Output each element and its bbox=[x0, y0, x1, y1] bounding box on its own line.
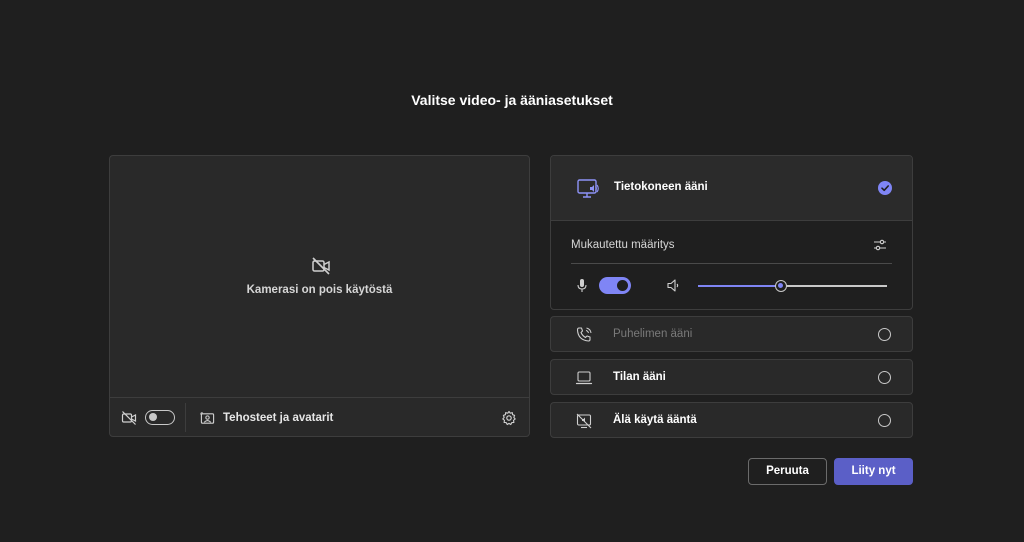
microphone-icon bbox=[577, 279, 587, 292]
cancel-button[interactable]: Peruuta bbox=[748, 458, 827, 485]
no-audio-option[interactable]: Älä käytä ääntä bbox=[550, 402, 913, 438]
effects-avatars-label: Tehosteet ja avatarit bbox=[223, 412, 334, 424]
video-preview-panel: Kamerasi on pois käytöstä Tehosteet ja a… bbox=[109, 155, 530, 437]
no-audio-icon bbox=[576, 413, 592, 429]
computer-audio-panel: Tietokoneen ääni Mukautettu määritys bbox=[550, 155, 913, 310]
volume-thumb[interactable] bbox=[775, 280, 788, 292]
page-title: Valitse video- ja ääniasetukset bbox=[411, 92, 613, 108]
computer-audio-label: Tietokoneen ääni bbox=[614, 181, 708, 193]
toggle-knob bbox=[617, 280, 628, 291]
camera-toggle[interactable] bbox=[145, 410, 175, 425]
join-now-button[interactable]: Liity nyt bbox=[834, 458, 913, 485]
phone-audio-radio[interactable] bbox=[878, 328, 891, 341]
gear-icon[interactable] bbox=[501, 410, 517, 426]
camera-off-icon bbox=[121, 411, 137, 425]
toggle-knob bbox=[149, 413, 157, 421]
computer-audio-option[interactable]: Tietokoneen ääni bbox=[551, 156, 912, 221]
room-audio-option[interactable]: Tilan ääni bbox=[550, 359, 913, 395]
no-audio-label: Älä käytä ääntä bbox=[613, 414, 697, 426]
video-toolbar: Tehosteet ja avatarit bbox=[110, 398, 529, 437]
no-audio-radio[interactable] bbox=[878, 414, 891, 427]
microphone-toggle[interactable] bbox=[599, 277, 631, 294]
speaker-icon bbox=[667, 279, 679, 292]
video-preview-area: Kamerasi on pois käytöstä bbox=[110, 156, 529, 398]
room-audio-icon bbox=[575, 371, 593, 385]
sliders-icon[interactable] bbox=[872, 237, 888, 253]
phone-audio-option[interactable]: Puhelimen ääni bbox=[550, 316, 913, 352]
custom-setup-label: Mukautettu määritys bbox=[571, 239, 675, 251]
effects-icon bbox=[200, 411, 215, 424]
volume-slider[interactable] bbox=[698, 280, 887, 292]
phone-audio-label: Puhelimen ääni bbox=[613, 328, 693, 340]
room-audio-radio[interactable] bbox=[878, 371, 891, 384]
volume-fill bbox=[698, 285, 782, 287]
phone-audio-icon bbox=[576, 327, 592, 342]
camera-off-message: Kamerasi on pois käytöstä bbox=[246, 284, 393, 296]
custom-setup-row[interactable]: Mukautettu määritys bbox=[571, 234, 892, 264]
selected-check-icon bbox=[878, 181, 892, 195]
computer-audio-icon bbox=[577, 179, 599, 198]
room-audio-label: Tilan ääni bbox=[613, 371, 666, 383]
camera-off-icon bbox=[312, 257, 330, 275]
toolbar-divider bbox=[185, 403, 186, 432]
audio-controls-row bbox=[571, 274, 892, 298]
effects-avatars-button[interactable]: Tehosteet ja avatarit bbox=[200, 408, 333, 428]
